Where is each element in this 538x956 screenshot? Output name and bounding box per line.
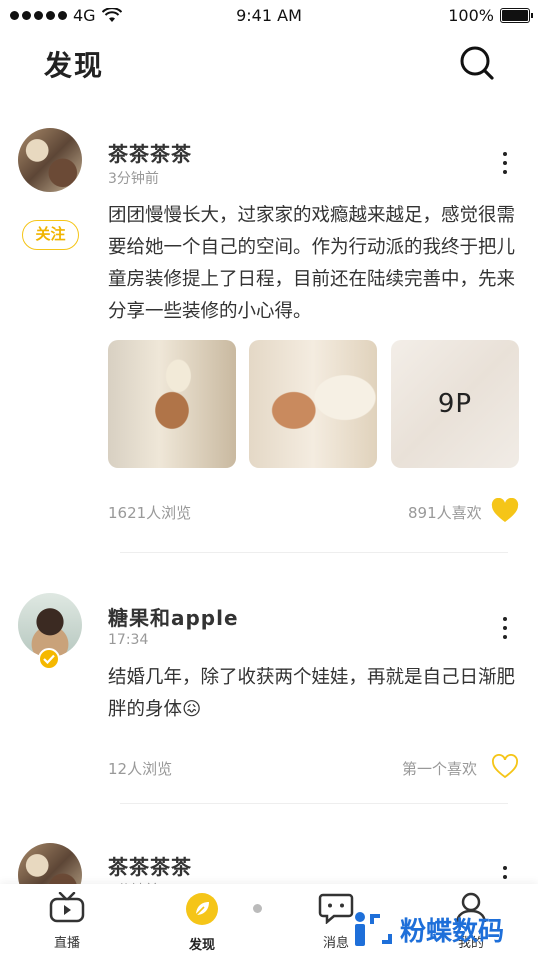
watermark-text: 粉蝶数码 <box>400 916 505 947</box>
follow-button[interactable]: 关注 <box>22 220 79 250</box>
status-bar: 4G 9:41 AM 100% <box>0 0 538 32</box>
like-count: 第一个喜欢 <box>402 760 478 778</box>
more-photos-count: 9P <box>437 389 473 419</box>
post-content: 结婚几年，除了收获两个娃娃，再就是自己日渐肥胖的身体😖 <box>108 667 516 720</box>
tab-live[interactable]: 直播 <box>32 891 102 951</box>
more-photos-tile[interactable]: 9P <box>391 340 519 468</box>
post-time: 3分钟前 <box>108 171 159 187</box>
divider <box>120 803 508 804</box>
tab-label: 发现 <box>188 938 215 953</box>
search-icon[interactable] <box>458 44 496 82</box>
more-options-icon[interactable] <box>498 152 512 174</box>
tab-discover[interactable]: 发现 <box>167 892 237 953</box>
post-content: 团团慢慢长大，过家家的戏瘾越来越足，感觉很需要给她一个自己的空间。作为行动派的我… <box>108 205 516 322</box>
post-time: 17:34 <box>108 632 149 648</box>
verified-badge-icon <box>38 648 60 670</box>
divider <box>120 552 508 553</box>
battery-percent: 100% <box>448 6 494 25</box>
post-photo[interactable] <box>108 340 236 468</box>
page-indicator-dot <box>253 904 262 913</box>
tab-label: 直播 <box>53 936 80 951</box>
author-name[interactable]: 糖果和apple <box>108 602 239 631</box>
author-name[interactable]: 茶茶茶茶 <box>108 138 192 167</box>
view-count: 1621人浏览 <box>108 504 192 522</box>
watermark: 粉蝶数码 <box>350 910 504 948</box>
discover-icon <box>186 893 218 925</box>
more-options-icon[interactable] <box>498 617 512 639</box>
view-count: 12人浏览 <box>108 760 173 778</box>
post-photo[interactable] <box>249 340 377 468</box>
watermark-logo-icon <box>355 912 392 946</box>
message-icon <box>318 893 354 925</box>
tv-icon <box>49 891 85 923</box>
author-name[interactable]: 茶茶茶茶 <box>108 851 192 880</box>
battery-icon <box>500 8 533 23</box>
battery-area: 100% <box>448 6 533 25</box>
avatar[interactable] <box>18 128 82 192</box>
heart-filled-icon[interactable] <box>491 498 519 524</box>
heart-outline-icon[interactable] <box>491 754 519 780</box>
page-title: 发现 <box>44 49 105 82</box>
like-count: 891人喜欢 <box>408 504 482 522</box>
page-header: 发现 <box>0 40 538 90</box>
